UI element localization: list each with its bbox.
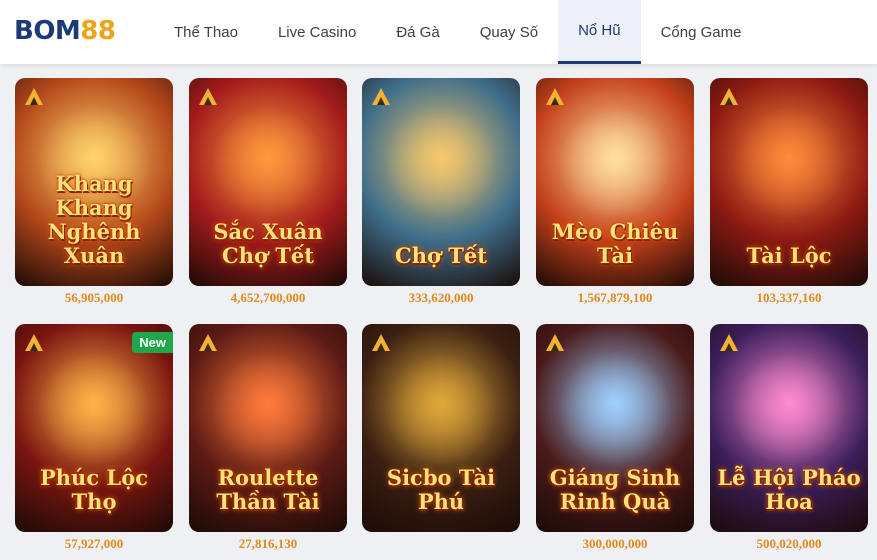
nav-no-hu[interactable]: Nổ Hũ (558, 0, 641, 64)
game-card[interactable]: Chợ Tết 333,620,000 (362, 78, 520, 306)
game-thumbnail[interactable]: Khang Khang Nghênh Xuân (15, 78, 173, 286)
game-title: Giáng Sinh Rinh Quà (549, 465, 681, 514)
top-header: BOM 88 Thể Thao Live Casino Đá Gà Quay Số… (0, 0, 877, 64)
jackpot-amount: 333,620,000 (408, 290, 474, 305)
provider-logo-icon (546, 88, 564, 105)
jackpot-amount: 4,652,700,000 (230, 290, 306, 305)
game-card[interactable]: Mèo Chiêu Tài 1,567,879,100 (536, 78, 694, 306)
jackpot-amount: 103,337,160 (756, 290, 822, 305)
nav-the-thao[interactable]: Thể Thao (154, 0, 258, 64)
game-thumbnail[interactable]: New Phúc Lộc Thọ (15, 324, 173, 532)
game-title: Sắc Xuân Chợ Tết (213, 219, 323, 268)
game-card[interactable]: Roulette Thần Tài 27,816,130 (189, 324, 347, 552)
game-title: Roulette Thần Tài (216, 465, 320, 514)
nav-live-casino[interactable]: Live Casino (258, 0, 376, 64)
game-art (209, 108, 327, 218)
game-thumbnail[interactable]: Giáng Sinh Rinh Quà (536, 324, 694, 532)
provider-logo-icon (199, 334, 217, 351)
game-card[interactable]: Tài Lộc 103,337,160 (710, 78, 868, 306)
game-title: Sicbo Tài Phú (386, 465, 496, 514)
provider-logo-icon (372, 334, 390, 351)
nav-da-ga[interactable]: Đá Gà (376, 0, 459, 64)
game-thumbnail[interactable]: Tài Lộc (710, 78, 868, 286)
provider-logo-icon (720, 88, 738, 105)
game-thumbnail[interactable]: Lễ Hội Pháo Hoa (710, 324, 868, 532)
jackpot-amount: 1,567,879,100 (577, 290, 653, 305)
nav-quay-so[interactable]: Quay Số (460, 0, 558, 64)
game-card[interactable]: Giáng Sinh Rinh Quà 300,000,000 (536, 324, 694, 552)
new-badge: New (132, 332, 173, 353)
game-art (209, 354, 327, 464)
game-art (382, 354, 500, 464)
jackpot-amount: 57,927,000 (64, 536, 124, 551)
game-title: Khang Khang Nghênh Xuân (47, 171, 141, 268)
game-art (556, 354, 674, 464)
provider-logo-icon (199, 88, 217, 105)
provider-logo-icon (546, 334, 564, 351)
provider-logo-icon (25, 334, 43, 351)
game-art (35, 354, 153, 464)
bom88-logo[interactable]: BOM 88 (14, 14, 116, 48)
game-thumbnail[interactable]: Sắc Xuân Chợ Tết (189, 78, 347, 286)
game-card[interactable]: Sắc Xuân Chợ Tết 4,652,700,000 (189, 78, 347, 306)
game-title: Mèo Chiêu Tài (551, 219, 679, 268)
game-art (556, 108, 674, 218)
jackpot-amount: 56,905,000 (64, 290, 124, 305)
game-card[interactable]: Sicbo Tài Phú (362, 324, 520, 536)
jackpot-amount: 500,020,000 (756, 536, 822, 551)
jackpot-amount: 300,000,000 (582, 536, 648, 551)
game-card[interactable]: Lễ Hội Pháo Hoa 500,020,000 (710, 324, 868, 552)
game-title: Tài Lộc (746, 243, 832, 268)
game-card[interactable]: New Phúc Lộc Thọ 57,927,000 (15, 324, 173, 552)
game-thumbnail[interactable]: Chợ Tết (362, 78, 520, 286)
game-title: Chợ Tết (395, 243, 487, 268)
game-card[interactable]: Khang Khang Nghênh Xuân 56,905,000 (15, 78, 173, 306)
nav-cong-game[interactable]: Cổng Game (641, 0, 762, 64)
jackpot-amount: 27,816,130 (238, 536, 298, 551)
provider-logo-icon (372, 88, 390, 105)
game-thumbnail[interactable]: Roulette Thần Tài (189, 324, 347, 532)
game-thumbnail[interactable]: Mèo Chiêu Tài (536, 78, 694, 286)
game-art (730, 354, 848, 464)
provider-logo-icon (25, 88, 43, 105)
game-title: Phúc Lộc Thọ (40, 465, 148, 514)
game-thumbnail[interactable]: Sicbo Tài Phú (362, 324, 520, 532)
game-title: Lễ Hội Pháo Hoa (717, 465, 861, 514)
provider-logo-icon (720, 334, 738, 351)
game-art (382, 108, 500, 218)
game-art (730, 108, 848, 218)
main-nav: Thể Thao Live Casino Đá Gà Quay Số Nổ Hũ… (154, 0, 761, 64)
